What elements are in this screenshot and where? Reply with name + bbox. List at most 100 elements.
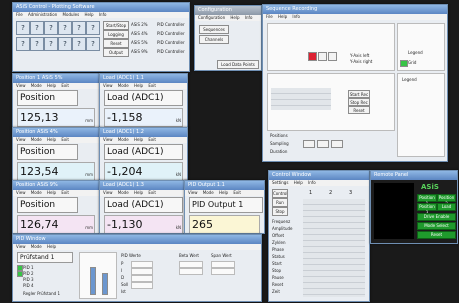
position-1-button[interactable]: Position 1 <box>417 194 437 206</box>
play-icon[interactable] <box>328 52 337 61</box>
menu-view[interactable]: View <box>16 190 26 195</box>
toolbar-icon[interactable]: ? <box>86 21 100 35</box>
menu-view[interactable]: View <box>103 190 113 195</box>
menu-mode[interactable]: Mode <box>31 83 42 88</box>
slider-handle[interactable] <box>90 267 96 295</box>
pause-icon[interactable] <box>318 52 327 61</box>
menu-mode[interactable]: Mode <box>31 137 42 142</box>
toolbar-icon[interactable]: ? <box>58 37 72 51</box>
output-button[interactable]: Output <box>103 48 129 57</box>
menu-help[interactable]: Help <box>47 190 56 195</box>
beta-input[interactable] <box>179 261 203 268</box>
start-rec-button[interactable]: Start Rec <box>348 90 370 98</box>
small-button[interactable] <box>331 140 343 148</box>
menu-help[interactable]: Help <box>47 83 56 88</box>
menu-file[interactable]: File <box>16 12 23 17</box>
stop-rec-button[interactable]: Stop Rec <box>348 98 370 106</box>
menu-mode[interactable]: Mode <box>31 244 42 249</box>
toolbar-icon[interactable]: ? <box>16 37 30 51</box>
slider-handle[interactable] <box>102 273 108 295</box>
drive-enable-button[interactable]: Drive Enable <box>417 213 456 221</box>
control-parameter-grid[interactable] <box>303 199 365 297</box>
load-data-points-button[interactable]: Load Data Points <box>217 60 259 69</box>
control-button[interactable]: Control <box>272 189 288 198</box>
menu-help[interactable]: Help <box>47 137 56 142</box>
menu-exit[interactable]: Exit <box>233 190 241 195</box>
logging-button[interactable]: Logging <box>103 30 129 39</box>
position-3-button[interactable]: Position 3 <box>417 203 437 215</box>
menu-settings[interactable]: Settings <box>272 180 288 185</box>
menu-administration[interactable]: Administration <box>28 12 57 17</box>
menu-help[interactable]: Help <box>134 190 143 195</box>
menu-modules[interactable]: Modules <box>63 12 80 17</box>
menu-info[interactable]: Info <box>99 12 107 17</box>
stop-button[interactable]: Stop <box>272 207 288 216</box>
start-stop-button[interactable]: Start/Stop <box>103 21 129 30</box>
beta-input[interactable] <box>179 268 203 275</box>
menu-exit[interactable]: Exit <box>148 137 156 142</box>
menu-help[interactable]: Help <box>230 15 239 20</box>
mode-select-button[interactable]: Mode Select <box>417 222 456 230</box>
toolbar-icon[interactable]: ? <box>44 21 58 35</box>
y-axis-left-check[interactable]: Y-Axis left <box>350 53 369 58</box>
pid-field-input[interactable] <box>131 282 153 289</box>
menu-help[interactable]: Help <box>134 137 143 142</box>
legend-tab[interactable]: Legend <box>402 77 417 82</box>
menu-help[interactable]: Help <box>134 83 143 88</box>
menu-view[interactable]: View <box>16 137 26 142</box>
menu-help[interactable]: Help <box>294 180 303 185</box>
toolbar-icon[interactable]: ? <box>72 21 86 35</box>
menu-file[interactable]: File <box>266 14 273 19</box>
reset-button[interactable]: Reset <box>103 39 129 48</box>
pid-field-input[interactable] <box>131 261 153 268</box>
toolbar-icon[interactable]: ? <box>58 21 72 35</box>
menu-info[interactable]: Info <box>292 14 300 19</box>
menu-info[interactable]: Info <box>308 180 316 185</box>
reset-rec-button[interactable]: Reset <box>348 106 370 114</box>
pid-field-input[interactable] <box>131 275 153 282</box>
pid-field-input[interactable] <box>131 268 153 275</box>
menu-view[interactable]: View <box>188 190 198 195</box>
menu-mode[interactable]: Mode <box>118 190 129 195</box>
menu-exit[interactable]: Exit <box>148 83 156 88</box>
menu-help[interactable]: Help <box>278 14 287 19</box>
menu-exit[interactable]: Exit <box>148 190 156 195</box>
toolbar-icon[interactable]: ? <box>16 21 30 35</box>
stop-icon[interactable] <box>308 52 317 61</box>
run-button[interactable]: Run <box>272 198 288 207</box>
menu-help[interactable]: Help <box>84 12 93 17</box>
toolbar-icon[interactable]: ? <box>44 37 58 51</box>
menu-exit[interactable]: Exit <box>61 83 69 88</box>
menu-view[interactable]: View <box>103 137 113 142</box>
sequences-button[interactable]: Sequences <box>199 25 229 34</box>
span-input[interactable] <box>211 268 235 275</box>
load-button[interactable]: Load <box>437 203 456 211</box>
field-label: Ist <box>121 289 126 294</box>
menu-mode[interactable]: Mode <box>31 190 42 195</box>
menu-exit[interactable]: Exit <box>61 190 69 195</box>
channels-button[interactable]: Channels <box>199 35 229 44</box>
menu-info[interactable]: Info <box>245 15 253 20</box>
menu-help[interactable]: Help <box>47 244 56 249</box>
toolbar-icon[interactable]: ? <box>30 21 44 35</box>
toolbar-icon[interactable]: ? <box>72 37 86 51</box>
menu-view[interactable]: View <box>16 244 26 249</box>
menu-view[interactable]: View <box>103 83 113 88</box>
small-button[interactable] <box>303 140 315 148</box>
menu-mode[interactable]: Mode <box>118 83 129 88</box>
menu-help[interactable]: Help <box>219 190 228 195</box>
menu-mode[interactable]: Mode <box>118 137 129 142</box>
reset-button[interactable]: Reset <box>417 231 456 239</box>
small-button[interactable] <box>317 140 329 148</box>
menu-view[interactable]: View <box>16 83 26 88</box>
menu-configuration[interactable]: Configuration <box>198 15 225 20</box>
menu-mode[interactable]: Mode <box>203 190 214 195</box>
legend-check[interactable]: Legend <box>408 50 423 55</box>
y-axis-right-check[interactable]: Y-Axis right <box>350 59 372 64</box>
position-2-button[interactable]: Position 2 <box>437 194 456 206</box>
span-input[interactable] <box>211 261 235 268</box>
grid-check[interactable]: Grid <box>408 60 416 65</box>
toolbar-icon[interactable]: ? <box>30 37 44 51</box>
menu-exit[interactable]: Exit <box>61 137 69 142</box>
toolbar-icon[interactable]: ? <box>86 37 100 51</box>
